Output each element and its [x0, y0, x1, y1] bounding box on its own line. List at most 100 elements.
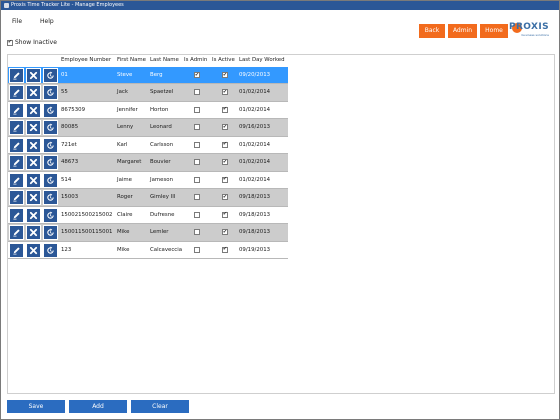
cell-last-name: Lemler	[150, 229, 169, 236]
table-row[interactable]: 123 Mike Calcaveccia 09/19/2013 ✔	[8, 241, 288, 259]
cell-first-name: Jack	[117, 89, 128, 96]
edit-row-button[interactable]	[9, 120, 24, 136]
checkbox-is-active[interactable]: ✔	[222, 141, 228, 148]
cell-last-name: Carlsson	[150, 141, 174, 148]
column-header-last-name[interactable]: Last Name	[150, 57, 179, 63]
delete-row-button[interactable]	[26, 120, 41, 136]
cell-first-name: Margaret	[117, 159, 142, 166]
delete-row-button[interactable]	[26, 207, 41, 223]
cell-first-name: Lenny	[117, 124, 134, 131]
reset-icon	[46, 123, 55, 132]
table-row[interactable]: 01 Steve Berg 09/20/2013 ✔ ✔	[8, 67, 288, 84]
reset-row-button[interactable]	[43, 172, 58, 188]
save-button[interactable]: Save	[7, 400, 65, 413]
delete-row-button[interactable]	[26, 190, 41, 206]
delete-icon	[29, 211, 38, 220]
checkbox-is-admin[interactable]	[194, 229, 200, 236]
checkbox-is-active[interactable]: ✔	[222, 194, 228, 201]
checkbox-is-admin[interactable]	[194, 246, 200, 253]
reset-row-button[interactable]	[43, 190, 58, 206]
checkbox-is-active[interactable]: ✔	[222, 211, 228, 218]
reset-row-button[interactable]	[43, 207, 58, 223]
admin-button[interactable]: Admin	[448, 24, 477, 38]
edit-row-button[interactable]	[9, 137, 24, 153]
cell-employee-number: 55	[61, 89, 68, 96]
checkbox-is-admin[interactable]	[194, 106, 200, 113]
home-button[interactable]: Home	[480, 24, 508, 38]
delete-icon	[29, 88, 38, 97]
reset-row-button[interactable]	[43, 242, 58, 258]
edit-row-button[interactable]	[9, 102, 24, 118]
reset-row-button[interactable]	[43, 120, 58, 136]
checkbox-is-active[interactable]: ✔	[222, 246, 228, 253]
edit-row-button[interactable]	[9, 85, 24, 101]
cell-first-name: Jennifer	[117, 106, 138, 113]
checkbox-is-admin[interactable]	[194, 124, 200, 131]
table-row[interactable]: 80085 Lenny Leonard 09/16/2013 ✔	[8, 119, 288, 137]
delete-row-button[interactable]	[26, 172, 41, 188]
reset-row-button[interactable]	[43, 137, 58, 153]
cell-first-name: Claire	[117, 211, 133, 218]
add-button[interactable]: Add	[69, 400, 127, 413]
delete-row-button[interactable]	[26, 242, 41, 258]
checkbox-is-active[interactable]: ✔	[222, 229, 228, 236]
checkbox-is-active[interactable]: ✔	[222, 72, 228, 78]
checkbox-is-admin[interactable]	[194, 211, 200, 218]
checkbox-is-active[interactable]: ✔	[222, 159, 228, 166]
delete-row-button[interactable]	[26, 68, 41, 83]
table-row[interactable]: 55 Jack Spaetzel 01/02/2014 ✔	[8, 84, 288, 102]
checkbox-is-admin[interactable]	[194, 141, 200, 148]
show-inactive-checkbox[interactable]: ✔	[7, 39, 13, 46]
edit-row-button[interactable]	[9, 207, 24, 223]
checkbox-is-admin[interactable]	[194, 194, 200, 201]
delete-row-button[interactable]	[26, 137, 41, 153]
column-header-is-admin[interactable]: Is Admin	[184, 57, 207, 63]
table-row[interactable]: 48673 Margaret Bouvier 01/02/2014 ✔	[8, 154, 288, 172]
table-row[interactable]: 150011500115001 Mike Lemler 09/18/2013 ✔	[8, 224, 288, 242]
delete-row-button[interactable]	[26, 155, 41, 171]
delete-row-button[interactable]	[26, 102, 41, 118]
checkbox-is-admin[interactable]	[194, 176, 200, 183]
column-header-first-name[interactable]: First Name	[117, 57, 146, 63]
checkbox-is-active[interactable]: ✔	[222, 106, 228, 113]
clear-button[interactable]: Clear	[131, 400, 189, 413]
reset-row-button[interactable]	[43, 102, 58, 118]
reset-row-button[interactable]	[43, 155, 58, 171]
delete-icon	[29, 246, 38, 255]
title-bar: Proxis Time Tracker Lite - Manage Employ…	[1, 1, 559, 10]
checkbox-is-admin[interactable]	[194, 159, 200, 166]
reset-row-button[interactable]	[43, 85, 58, 101]
table-row[interactable]: 15003 Roger Gimley III 09/18/2013 ✔	[8, 189, 288, 207]
checkbox-is-admin[interactable]	[194, 89, 200, 96]
table-row[interactable]: 514 Jaime Jameson 01/02/2014 ✔	[8, 171, 288, 189]
cell-last-name: Leonard	[150, 124, 172, 131]
edit-row-button[interactable]	[9, 68, 24, 83]
proxis-logo: PROXIS business solutions	[509, 22, 551, 39]
column-header-last-day-worked[interactable]: Last Day Worked	[239, 57, 285, 63]
cell-employee-number: 721et	[61, 141, 77, 148]
checkbox-is-active[interactable]: ✔	[222, 89, 228, 96]
column-header-employee-number[interactable]: Employee Number	[61, 57, 111, 63]
edit-row-button[interactable]	[9, 172, 24, 188]
menu-file[interactable]: File	[12, 18, 22, 25]
back-button[interactable]: Back	[419, 24, 445, 38]
table-row[interactable]: 8675309 Jennifer Horton 01/02/2014 ✔	[8, 101, 288, 119]
edit-row-button[interactable]	[9, 190, 24, 206]
checkbox-is-active[interactable]: ✔	[222, 176, 228, 183]
checkbox-is-admin[interactable]: ✔	[194, 72, 200, 78]
show-inactive-toggle[interactable]: ✔ Show Inactive	[7, 39, 57, 46]
delete-row-button[interactable]	[26, 225, 41, 241]
column-header-is-active[interactable]: Is Active	[212, 57, 235, 63]
table-row[interactable]: 150021500215002 Claire Dufresne 09/18/2013 ✔	[8, 206, 288, 224]
reset-row-button[interactable]	[43, 68, 58, 83]
table-row[interactable]: 721et Karl Carlsson 01/02/2014 ✔	[8, 136, 288, 154]
edit-row-button[interactable]	[9, 225, 24, 241]
delete-row-button[interactable]	[26, 85, 41, 101]
edit-row-button[interactable]	[9, 242, 24, 258]
reset-row-button[interactable]	[43, 225, 58, 241]
reset-icon	[46, 176, 55, 185]
checkbox-is-active[interactable]: ✔	[222, 124, 228, 131]
edit-row-button[interactable]	[9, 155, 24, 171]
menu-help[interactable]: Help	[40, 18, 54, 25]
reset-icon	[46, 141, 55, 150]
